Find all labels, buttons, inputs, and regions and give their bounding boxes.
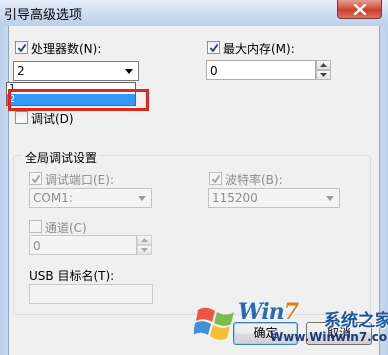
spin-up-button[interactable]	[316, 60, 331, 70]
arrow-up-icon	[320, 63, 327, 67]
arrow-down-icon	[141, 248, 148, 252]
close-button[interactable]	[337, 0, 382, 19]
processors-checkbox[interactable]	[15, 41, 28, 54]
highlight-annotation-box	[8, 89, 149, 111]
channel-checkbox[interactable]	[29, 220, 42, 233]
checkmark-icon	[211, 174, 221, 184]
checkmark-icon	[17, 43, 27, 53]
channel-label: 通道(C)	[45, 221, 87, 235]
channel-value: 0	[33, 239, 41, 253]
usb-target-label: USB 目标名(T):	[29, 269, 115, 283]
debug-port-select[interactable]: COM1:	[29, 188, 152, 208]
max-memory-spinner[interactable]	[316, 60, 331, 80]
global-debug-group-title: 全局调试设置	[22, 149, 101, 166]
chevron-down-icon	[138, 196, 146, 201]
debug-label: 调试(D)	[31, 112, 74, 126]
ok-button[interactable]: 确定	[233, 322, 298, 345]
baud-rate-select[interactable]: 115200	[208, 188, 340, 208]
processors-label: 处理器数(N):	[31, 42, 102, 56]
max-memory-value: 0	[210, 64, 218, 78]
window-frame-right	[380, 26, 388, 355]
max-memory-label: 最大内存(M):	[223, 42, 295, 56]
max-memory-input[interactable]: 0	[206, 60, 316, 80]
cancel-button[interactable]: 取消	[306, 322, 372, 345]
chevron-down-icon	[326, 196, 334, 201]
checkmark-icon	[209, 43, 219, 53]
boot-advanced-options-dialog: 引导高级选项 处理器数(N): 2 1 2 最大内存(M): 0 调试(D) 全…	[0, 0, 388, 355]
arrow-down-icon	[320, 73, 327, 77]
baud-rate-checkbox[interactable]	[209, 172, 222, 185]
title-bar[interactable]: 引导高级选项	[0, 0, 388, 26]
window-title: 引导高级选项	[4, 8, 83, 23]
debug-checkbox[interactable]	[15, 111, 28, 124]
arrow-up-icon	[141, 238, 148, 242]
spin-down-button[interactable]	[137, 245, 152, 255]
channel-spinner[interactable]	[137, 235, 152, 255]
baud-rate-value: 115200	[212, 191, 258, 205]
chevron-down-icon	[125, 69, 133, 74]
spin-up-button[interactable]	[137, 235, 152, 245]
spin-down-button[interactable]	[316, 70, 331, 80]
checkmark-icon	[31, 174, 41, 184]
debug-port-label: 调试端口(E):	[45, 173, 114, 187]
debug-port-checkbox[interactable]	[29, 172, 42, 185]
max-memory-checkbox[interactable]	[207, 41, 220, 54]
debug-port-value: COM1:	[33, 191, 73, 205]
baud-rate-label: 波特率(B):	[225, 173, 283, 187]
channel-input[interactable]: 0	[29, 235, 137, 255]
processors-select[interactable]: 2	[13, 61, 139, 81]
processors-select-value: 2	[17, 64, 25, 78]
window-frame-left	[0, 26, 8, 355]
close-icon	[353, 4, 367, 15]
usb-target-input[interactable]	[29, 284, 153, 304]
